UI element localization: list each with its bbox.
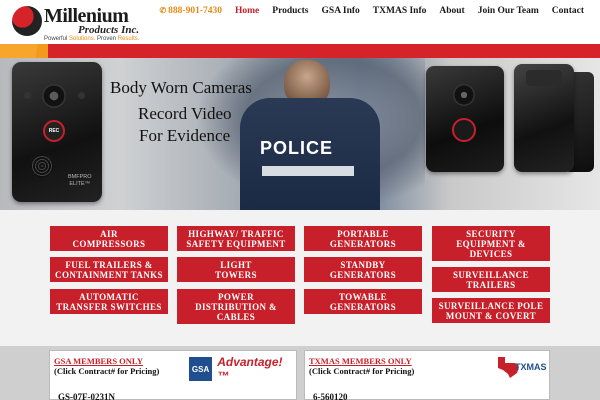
nav-contact[interactable]: Contact	[552, 6, 584, 16]
product-categories: AIR COMPRESSORS HIGHWAY/ TRAFFIC SAFETY EQ…	[0, 210, 600, 350]
product-air-compressors[interactable]: AIR COMPRESSORS	[50, 226, 168, 251]
gsa-contract-link[interactable]: GS-07F-0231N	[58, 392, 115, 400]
product-highway-traffic-safety[interactable]: HIGHWAY/ TRAFFIC SAFETY EQUIPMENT	[177, 226, 295, 251]
nav-products[interactable]: Products	[272, 6, 308, 16]
header-accent-band	[0, 44, 600, 58]
body-camera-back-image	[514, 64, 574, 172]
speaker-grille-icon	[30, 154, 54, 178]
nav-home[interactable]: Home	[235, 6, 259, 16]
gsa-title[interactable]: GSA MEMBERS ONLY	[54, 356, 143, 366]
nav-txmas-info[interactable]: TXMAS Info	[373, 6, 427, 16]
camera-sensor-icon	[24, 92, 31, 99]
camera-lens-icon	[42, 84, 66, 108]
camera-lens-icon	[453, 84, 475, 106]
rec-button-icon: REC	[43, 120, 65, 142]
phone-icon: ✆	[159, 6, 167, 15]
main-nav: ✆ 888-901-7430 Home Products GSA Info TXM…	[146, 4, 584, 18]
nav-about[interactable]: About	[439, 6, 464, 16]
hero-subtitle-line1: Record Video	[138, 104, 232, 123]
nav-gsa-info[interactable]: GSA Info	[322, 6, 360, 16]
txmas-contract-link[interactable]: 6-560120	[313, 392, 348, 400]
product-fuel-trailers[interactable]: FUEL TRAILERS & CONTAINMENT TANKS	[50, 257, 168, 282]
product-power-distribution[interactable]: POWER DISTRIBUTION & CABLES	[177, 289, 295, 324]
txmas-logo[interactable]: TXMAS	[495, 354, 547, 380]
hero-banner[interactable]: POLICE REC BMFPRO ELITE™ Body Worn Camera…	[0, 58, 600, 210]
gsa-instructions: (Click Contract# for Pricing)	[54, 366, 160, 376]
camera-button-ring-icon	[452, 118, 476, 142]
nav-join-our-team[interactable]: Join Our Team	[478, 6, 539, 16]
camera-clip-icon	[526, 70, 562, 86]
product-light-towers[interactable]: LIGHT TOWERS	[177, 257, 295, 282]
product-standby-generators[interactable]: STANDBY GENERATORS	[304, 257, 422, 282]
product-automatic-transfer-switches[interactable]: AUTOMATIC TRANSFER SWITCHES	[50, 289, 168, 314]
hero-title: Body Worn Cameras	[110, 78, 252, 97]
logo-name: Millenium	[44, 5, 129, 27]
camera-sensor-icon	[78, 92, 85, 99]
site-header: Millenium Products Inc. Powerful Solutio…	[0, 0, 600, 44]
camera-brand-label: BMFPRO ELITE™	[68, 174, 92, 187]
txmas-title[interactable]: TXMAS MEMBERS ONLY	[309, 356, 412, 366]
product-security-equipment[interactable]: SECURITY EQUIPMENT & DEVICES	[432, 226, 550, 261]
product-surveillance-pole-mount[interactable]: SURVEILLANCE POLE MOUNT & COVERT	[432, 298, 550, 323]
logo-tagline: Powerful Solutions. Proven Results.	[44, 36, 140, 42]
phone-link[interactable]: ✆ 888-901-7430	[159, 6, 222, 16]
gsa-advantage-text: Advantage!™	[217, 355, 283, 383]
product-towable-generators[interactable]: TOWABLE GENERATORS	[304, 289, 422, 314]
logo-mark-icon	[12, 6, 42, 36]
gsa-logo-icon: GSA	[188, 356, 214, 382]
hero-subtitle-line2: For Evidence	[139, 126, 231, 145]
product-portable-generators[interactable]: PORTABLE GENERATORS	[304, 226, 422, 251]
gsa-members-box: GSA MEMBERS ONLY (Click Contract# for Pr…	[49, 350, 297, 400]
gsa-advantage-logo[interactable]: GSA Advantage!™	[188, 354, 292, 384]
txmas-members-box: TXMAS MEMBERS ONLY (Click Contract# for …	[304, 350, 550, 400]
vest-reflective-strip	[262, 166, 354, 176]
product-surveillance-trailers[interactable]: SURVEILLANCE TRAILERS	[432, 267, 550, 292]
members-section: GSA MEMBERS ONLY (Click Contract# for Pr…	[0, 346, 600, 400]
logo-subtitle: Products Inc.	[78, 24, 140, 36]
body-camera-image: REC BMFPRO ELITE™	[12, 62, 102, 202]
txmas-logo-text: TXMAS	[515, 362, 547, 372]
txmas-instructions: (Click Contract# for Pricing)	[309, 366, 415, 376]
body-camera-front-image	[426, 66, 504, 172]
company-logo[interactable]: Millenium Products Inc. Powerful Solutio…	[12, 4, 152, 44]
vest-label: POLICE	[260, 138, 334, 158]
